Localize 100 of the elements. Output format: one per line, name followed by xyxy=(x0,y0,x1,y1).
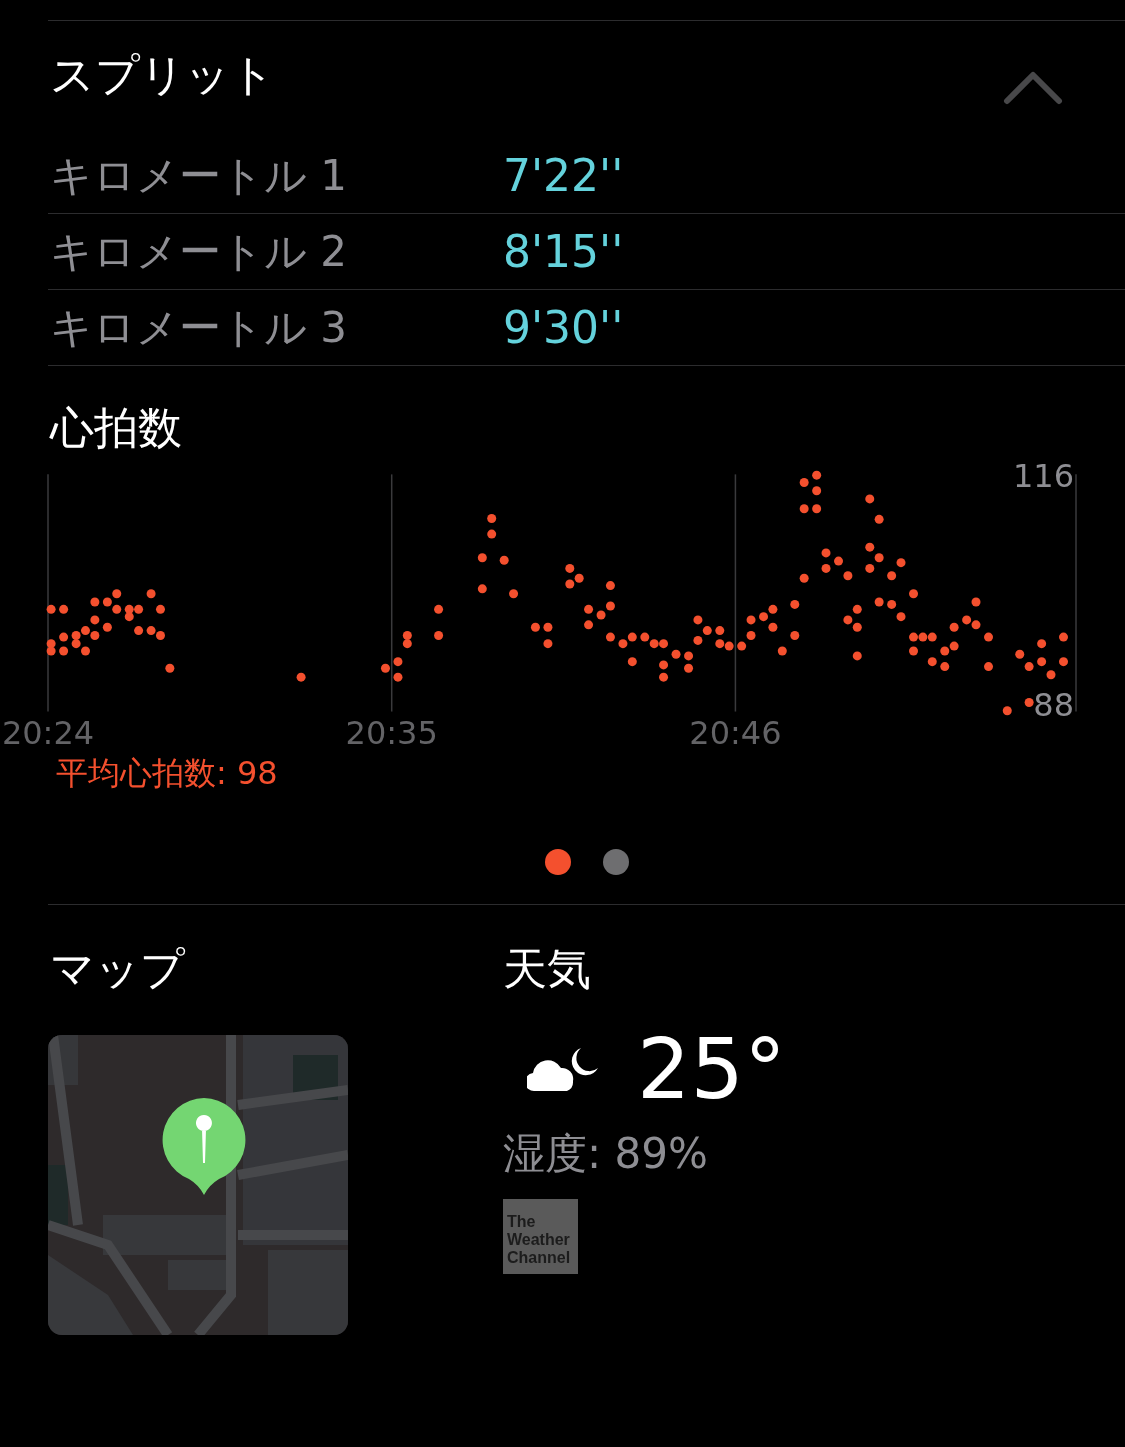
data-point xyxy=(46,639,56,649)
data-point xyxy=(874,597,884,607)
cloud-moon-icon xyxy=(527,1046,599,1092)
data-point xyxy=(971,620,981,630)
data-point xyxy=(887,599,897,609)
data-point xyxy=(918,632,928,642)
data-point xyxy=(984,662,993,672)
data-point xyxy=(659,672,669,682)
split-pace: 7'22'' xyxy=(503,148,624,203)
axis-label: 20:24 xyxy=(1,714,95,752)
data-point xyxy=(146,626,156,636)
weather-channel-logo: The Weather Channel xyxy=(503,1199,578,1274)
data-point xyxy=(715,639,725,649)
page-dot[interactable] xyxy=(544,849,571,875)
data-point xyxy=(1015,649,1025,659)
data-point xyxy=(81,626,90,636)
data-point xyxy=(865,494,875,504)
data-point xyxy=(605,601,615,611)
data-point xyxy=(896,612,906,622)
data-point xyxy=(693,615,703,625)
data-point xyxy=(71,631,81,640)
data-point xyxy=(715,626,725,636)
data-point xyxy=(724,641,734,651)
split-pace: 9'30'' xyxy=(503,300,624,355)
data-point xyxy=(627,657,637,667)
section-title: マップ xyxy=(50,947,186,991)
data-point xyxy=(640,632,650,642)
split-pace: 8'15'' xyxy=(503,224,624,279)
data-point xyxy=(618,639,628,649)
data-point xyxy=(477,553,487,563)
axis-label: 116 xyxy=(1012,457,1074,495)
data-point xyxy=(843,571,853,581)
data-point xyxy=(865,563,875,573)
data-point xyxy=(671,649,681,659)
split-label: キロメートル 1 xyxy=(49,150,349,202)
data-point xyxy=(693,635,703,645)
data-point xyxy=(477,584,487,594)
section-title: スプリット xyxy=(50,53,275,97)
split-label: キロメートル 2 xyxy=(49,226,349,278)
data-point xyxy=(156,631,165,640)
data-point xyxy=(971,597,981,607)
data-point xyxy=(684,651,694,661)
data-point xyxy=(777,646,787,656)
data-point xyxy=(499,555,509,565)
data-point xyxy=(102,597,112,607)
map-pin-icon[interactable] xyxy=(161,1097,247,1197)
data-point xyxy=(434,631,444,640)
data-point xyxy=(909,646,918,656)
data-point xyxy=(1037,639,1047,649)
data-point xyxy=(768,622,778,632)
data-point xyxy=(790,599,800,609)
data-point xyxy=(71,639,81,649)
data-point xyxy=(927,657,937,667)
split-label: キロメートル 3 xyxy=(49,302,349,354)
data-point xyxy=(402,639,412,649)
data-point xyxy=(799,573,809,583)
data-point xyxy=(134,604,144,614)
data-point xyxy=(909,632,918,642)
data-point xyxy=(90,615,100,625)
data-point xyxy=(81,646,90,656)
data-point xyxy=(746,615,756,625)
data-point xyxy=(102,622,112,632)
data-point xyxy=(165,663,175,673)
data-point xyxy=(940,646,950,656)
data-point xyxy=(605,632,615,642)
data-point xyxy=(887,571,897,581)
data-point xyxy=(852,651,862,661)
data-point xyxy=(1024,662,1034,672)
data-point xyxy=(984,632,993,642)
data-point xyxy=(296,672,306,682)
data-point xyxy=(896,558,906,568)
data-point xyxy=(799,504,809,514)
data-point xyxy=(380,663,390,673)
data-point xyxy=(393,657,403,667)
page-dot[interactable] xyxy=(602,849,629,875)
data-point xyxy=(565,579,575,589)
data-point xyxy=(90,631,100,640)
data-point xyxy=(684,663,694,673)
axis-label: 88 xyxy=(1033,686,1074,724)
data-point xyxy=(59,604,69,614)
data-point xyxy=(812,486,822,496)
data-point xyxy=(1046,670,1056,680)
data-point xyxy=(649,639,659,649)
data-point xyxy=(112,589,122,599)
data-point xyxy=(821,548,831,558)
data-point xyxy=(940,662,950,672)
data-point xyxy=(59,632,69,642)
data-point xyxy=(124,604,134,614)
data-point xyxy=(852,622,862,632)
data-point xyxy=(124,612,134,622)
data-point xyxy=(509,589,519,599)
data-point xyxy=(874,553,884,563)
data-point xyxy=(962,615,972,625)
data-point xyxy=(834,556,844,566)
data-point xyxy=(146,589,156,599)
data-point xyxy=(1059,657,1068,667)
data-point xyxy=(949,622,959,632)
data-point xyxy=(812,504,822,514)
data-point xyxy=(927,632,937,642)
data-point xyxy=(402,631,412,640)
